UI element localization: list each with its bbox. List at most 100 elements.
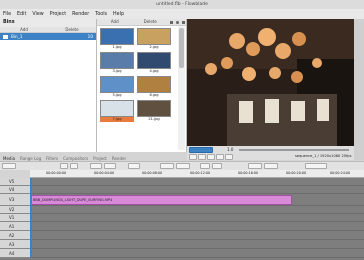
thumbnail-caption: 3.jpg xyxy=(112,69,122,73)
media-thumbnail[interactable]: 3.jpg xyxy=(100,52,134,74)
overwrite-button[interactable] xyxy=(176,163,190,169)
prev-frame-button[interactable] xyxy=(198,154,206,160)
thumbnail-caption: 1.jpg xyxy=(112,45,122,49)
timeline-tracks: V5 V4 V3 V2 V1 A1 A2 A3 A4 BBB_DUMPLINGS… xyxy=(0,178,364,260)
ruler-mark: 00:00:12:00 xyxy=(190,171,211,175)
settings-button[interactable] xyxy=(305,163,327,169)
folder-icon xyxy=(3,34,8,39)
tab-render[interactable]: Render xyxy=(112,156,126,161)
audio-meter xyxy=(354,19,364,160)
resync-button[interactable] xyxy=(264,163,278,169)
scrollbar-thumb[interactable] xyxy=(179,28,184,68)
play-button[interactable] xyxy=(189,154,197,160)
thumbnail-image xyxy=(137,52,171,69)
cut-button[interactable] xyxy=(90,163,102,169)
thumbnail-image xyxy=(137,28,171,45)
media-scrollbar[interactable] xyxy=(178,26,185,150)
track-header-v4[interactable]: V4 xyxy=(0,186,30,194)
track-header-v3[interactable]: V3 xyxy=(0,194,30,206)
sync-button[interactable] xyxy=(248,163,262,169)
bin-name: Bin_1 xyxy=(11,34,23,39)
timeline-ruler[interactable]: 00:00:00:00 00:00:04:00 00:00:08:00 00:0… xyxy=(30,170,364,178)
media-thumbnail-selected[interactable]: 7.jpg xyxy=(100,100,134,122)
zoom-out-button[interactable] xyxy=(70,163,78,169)
tab-project[interactable]: Project xyxy=(93,156,107,161)
preview-frame xyxy=(187,19,354,146)
ruler-mark: 00:00:20:00 xyxy=(286,171,307,175)
thumbnail-image xyxy=(100,76,134,93)
track-lane[interactable] xyxy=(30,222,364,231)
thumbnail-image xyxy=(137,76,171,93)
media-thumbnail[interactable]: 2.jpg xyxy=(137,28,171,50)
media-thumbnail[interactable]: 6.jpg xyxy=(137,76,171,98)
bins-delete-button[interactable]: Delete xyxy=(48,27,96,32)
media-thumbnail[interactable]: 5.jpg xyxy=(100,76,134,98)
edit-mode-button[interactable] xyxy=(2,163,16,169)
menu-edit[interactable]: Edit xyxy=(17,12,26,17)
track-lane[interactable] xyxy=(30,206,364,214)
thumbnail-caption: 2.jpg xyxy=(149,45,159,49)
media-thumbnail[interactable]: 21.jpg xyxy=(137,100,171,122)
window-title: untitled.flb - Flowblade xyxy=(0,0,364,9)
track-header-a4[interactable]: A4 xyxy=(0,249,30,258)
position-slider[interactable] xyxy=(239,149,349,151)
ruler-mark: 00:00:16:00 xyxy=(238,171,259,175)
next-frame-button[interactable] xyxy=(207,154,215,160)
undo-button[interactable] xyxy=(200,163,210,169)
thumbnail-image xyxy=(100,100,134,117)
bin-count: 10 xyxy=(87,34,93,39)
video-monitor[interactable] xyxy=(187,19,354,146)
mark-out-button[interactable] xyxy=(225,154,233,160)
viewer-clip-label: 1.0 xyxy=(227,147,234,152)
track-lane[interactable] xyxy=(30,186,364,194)
thumbnail-caption: 6.jpg xyxy=(149,93,159,97)
tab-compositors[interactable]: Compositors xyxy=(63,156,88,161)
track-lane[interactable] xyxy=(30,178,364,186)
media-add-button[interactable]: Add xyxy=(97,19,133,25)
menu-render[interactable]: Render xyxy=(72,12,89,17)
splice-out-button[interactable] xyxy=(104,163,116,169)
track-header-v5[interactable]: V5 xyxy=(0,178,30,186)
tab-range-log[interactable]: Range Log xyxy=(20,156,41,161)
settings-icon[interactable] xyxy=(175,20,179,24)
track-header-v2[interactable]: V2 xyxy=(0,206,30,214)
playhead[interactable] xyxy=(30,178,32,258)
list-view-icon[interactable] xyxy=(169,20,173,24)
media-thumbnail[interactable]: 1.jpg xyxy=(100,28,134,50)
media-delete-button[interactable]: Delete xyxy=(133,19,169,25)
redo-button[interactable] xyxy=(212,163,222,169)
monitor-controls: 1.0 sequence_1 / 1920x1080 25fps xyxy=(187,146,354,160)
media-panel: Add Delete 1.jpg 2.jpg 3.jpg 4.jpg 5.jpg… xyxy=(97,19,187,152)
bin-row[interactable]: Bin_1 10 xyxy=(0,33,96,40)
timecode-field[interactable] xyxy=(189,147,213,153)
tab-filters[interactable]: Filters xyxy=(46,156,58,161)
track-header-v1[interactable]: V1 xyxy=(0,214,30,222)
menu-help[interactable]: Help xyxy=(113,12,124,17)
tab-media[interactable]: Media xyxy=(3,156,15,161)
track-header-a1[interactable]: A1 xyxy=(0,222,30,231)
track-lane[interactable] xyxy=(30,240,364,249)
track-header-a2[interactable]: A2 xyxy=(0,231,30,240)
track-header-a3[interactable]: A3 xyxy=(0,240,30,249)
thumbnail-image xyxy=(137,100,171,117)
media-thumbnail[interactable]: 4.jpg xyxy=(137,52,171,74)
insert-button[interactable] xyxy=(160,163,174,169)
ruler-mark: 00:00:24:00 xyxy=(330,171,351,175)
thumbnail-caption: 4.jpg xyxy=(149,69,159,73)
track-lane[interactable] xyxy=(30,249,364,258)
zoom-in-button[interactable] xyxy=(60,163,68,169)
bins-header: Bins xyxy=(0,19,96,27)
grid-view-icon[interactable] xyxy=(181,20,185,24)
menu-file[interactable]: File xyxy=(3,12,11,17)
mark-in-button[interactable] xyxy=(216,154,224,160)
bins-add-button[interactable]: Add xyxy=(0,27,48,32)
menu-project[interactable]: Project xyxy=(50,12,66,17)
timeline-clip[interactable]: BBB_DUMPLINGS_LIGHT_DUPE_SURFING.MP4 xyxy=(30,195,292,205)
track-lane[interactable] xyxy=(30,214,364,222)
thumbnail-caption: 5.jpg xyxy=(112,93,122,97)
menu-tools[interactable]: Tools xyxy=(95,12,107,17)
menu-view[interactable]: View xyxy=(32,12,43,17)
track-lane[interactable] xyxy=(30,231,364,240)
lift-button[interactable] xyxy=(128,163,140,169)
ruler-mark: 00:00:00:00 xyxy=(46,171,67,175)
